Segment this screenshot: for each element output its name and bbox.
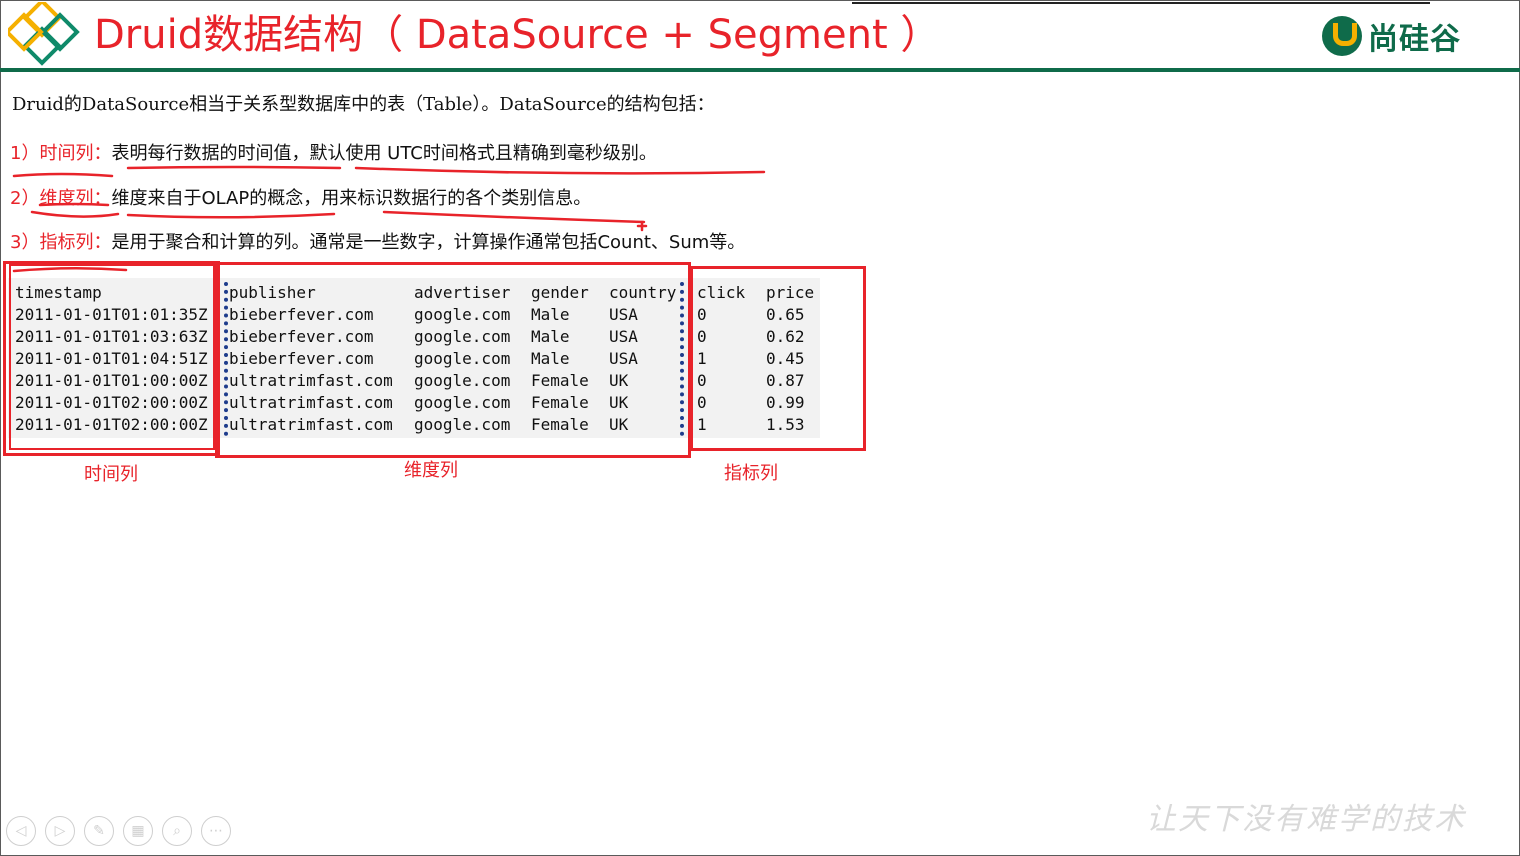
top-rule <box>852 2 1430 4</box>
dotted-divider <box>680 282 684 436</box>
brand-logo: 尚硅谷 <box>1322 14 1461 58</box>
slogan: 让天下没有难学的技术 <box>1146 802 1466 837</box>
intro-text: Druid的DataSource相当于关系型数据库中的表（Table）。Data… <box>12 94 715 115</box>
caption-dimension: 维度列 <box>404 460 458 481</box>
brand-u-icon <box>1322 16 1362 56</box>
pen-icon[interactable]: ✎ <box>84 816 114 846</box>
item-label: 3）指标列： <box>10 232 112 253</box>
item-metric-column: 3）指标列：是用于聚合和计算的列。通常是一些数字，计算操作通常包括Count、S… <box>10 228 745 254</box>
caption-time: 时间列 <box>84 464 138 485</box>
diamond-logo-icon <box>8 2 80 66</box>
time-column-inner-box <box>9 264 215 450</box>
item-dimension-column: 2）维度列：维度来自于OLAP的概念，用来标识数据行的各个类别信息。 <box>10 184 591 210</box>
item-label: 2）维度列： <box>10 188 112 209</box>
dimension-column-box <box>215 262 691 458</box>
more-icon[interactable]: ⋯ <box>201 816 231 846</box>
prev-icon[interactable]: ◁ <box>6 816 36 846</box>
item-text: 是用于聚合和计算的列。通常是一些数字，计算操作通常包括Count、Sum等。 <box>111 232 746 253</box>
next-icon[interactable]: ▷ <box>45 816 75 846</box>
dotted-divider <box>224 282 228 436</box>
slide-title: Druid数据结构（ DataSource + Segment ） <box>94 12 941 58</box>
brand-name: 尚硅谷 <box>1368 22 1461 57</box>
item-label: 1）时间列： <box>10 143 112 164</box>
item-time-column: 1）时间列：表明每行数据的时间值，默认使用 UTC时间格式且精确到毫秒级别。 <box>10 139 657 165</box>
header-divider <box>0 68 1520 72</box>
zoom-icon[interactable]: ⌕ <box>162 816 192 846</box>
item-text: 维度来自于OLAP的概念，用来标识数据行的各个类别信息。 <box>111 188 592 209</box>
item-text: 表明每行数据的时间值，默认使用 UTC时间格式且精确到毫秒级别。 <box>111 143 657 164</box>
slideshow-controls: ◁ ▷ ✎ ▦ ⌕ ⋯ <box>6 816 231 846</box>
metric-column-box <box>690 266 866 451</box>
caption-metric: 指标列 <box>724 463 778 484</box>
slides-icon[interactable]: ▦ <box>123 816 153 846</box>
